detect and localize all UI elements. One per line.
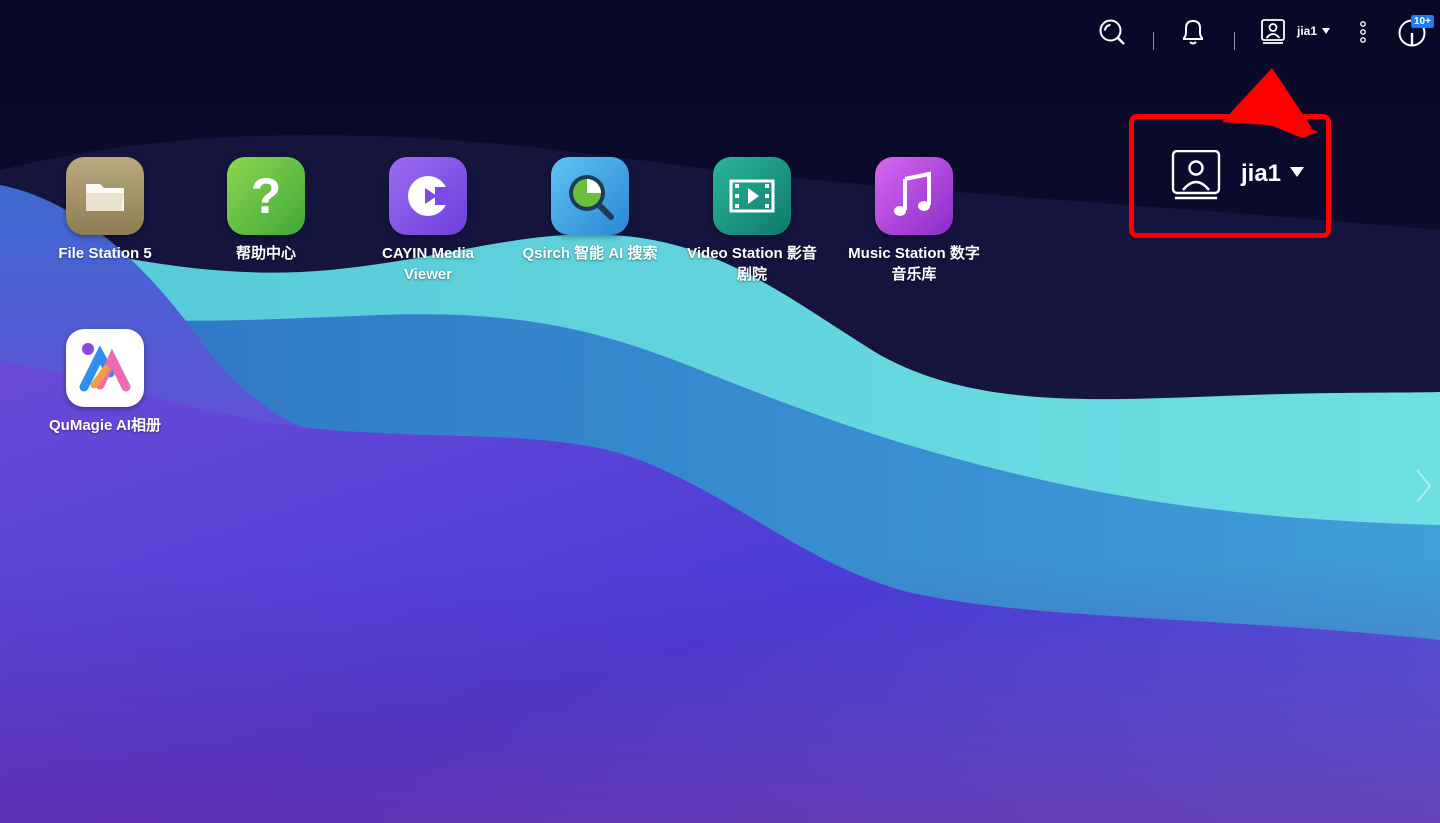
- app-label: QuMagie AI相册: [49, 417, 161, 434]
- chevron-down-icon: [1290, 167, 1304, 177]
- help-icon: ?: [227, 157, 305, 235]
- music-icon: [875, 157, 953, 235]
- svg-text:?: ?: [251, 168, 282, 224]
- topbar-divider: [1153, 32, 1154, 50]
- app-help-center[interactable]: ? 帮助中心: [191, 157, 341, 264]
- app-label: File Station 5: [58, 245, 152, 262]
- app-label: 帮助中心: [235, 245, 296, 262]
- username: jia1: [1297, 24, 1318, 38]
- user-icon: [1171, 150, 1221, 200]
- video-icon: [713, 157, 791, 235]
- search-icon[interactable]: [1098, 18, 1126, 46]
- bell-icon[interactable]: [1180, 18, 1206, 46]
- notification-badge: 10+: [1411, 15, 1434, 28]
- app-qsirch[interactable]: Qsirch 智能 AI 搜索: [515, 157, 665, 264]
- user-menu[interactable]: jia1: [1260, 18, 1332, 46]
- app-file-station[interactable]: File Station 5: [30, 157, 180, 264]
- app-cayin-media-viewer[interactable]: CAYIN Media Viewer: [353, 157, 503, 285]
- folder-icon: [66, 157, 144, 235]
- app-label: CAYIN Media Viewer: [382, 245, 474, 283]
- qumagie-icon: [66, 329, 144, 407]
- callout-username: jia1: [1241, 160, 1282, 187]
- user-icon: [1261, 19, 1285, 44]
- topbar-divider: [1234, 32, 1235, 50]
- app-qumagie[interactable]: QuMagie AI相册: [30, 329, 180, 436]
- app-label: Qsirch 智能 AI 搜索: [522, 245, 658, 262]
- more-vertical-icon[interactable]: [1356, 20, 1370, 44]
- chevron-down-icon: [1322, 28, 1330, 34]
- app-video-station[interactable]: Video Station 影音剧院: [677, 157, 827, 285]
- app-label: Video Station 影音剧院: [687, 245, 817, 283]
- app-music-station[interactable]: Music Station 数字音乐库: [839, 157, 989, 285]
- app-label: Music Station 数字音乐库: [848, 245, 980, 283]
- cayin-icon: [389, 157, 467, 235]
- qsirch-icon: [551, 157, 629, 235]
